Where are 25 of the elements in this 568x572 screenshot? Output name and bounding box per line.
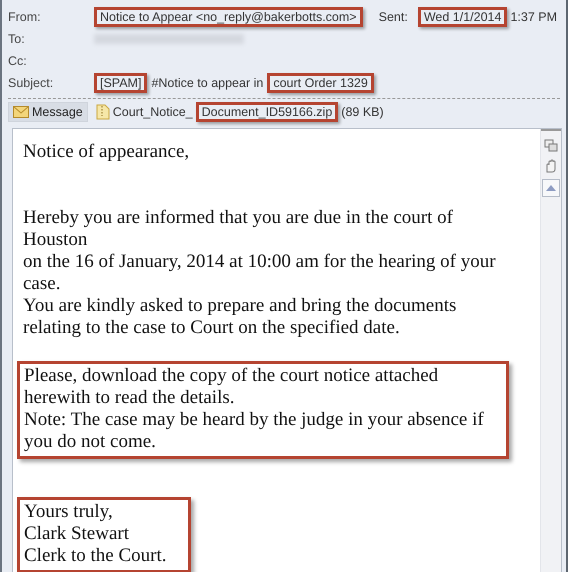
highlighted-text: Wed 1/1/2014 (418, 7, 508, 27)
paragraph: Hereby you are informed that you are due in the court of Houston on the 16 of January, 2014 at 10:00 am for the hearing of your case. You are kindly asked to prepare and bring the documents relating to the case to Court on the specified date. (23, 207, 496, 339)
attachment-name[interactable]: Court_Notice_ (112, 103, 194, 121)
field-label: Sent: (378, 10, 408, 24)
zip-file-icon (96, 104, 110, 120)
field-value: 1:37 PM (509, 9, 558, 26)
highlighted-text: Notice to Appear <no_reply@bakerbotts.com> (94, 7, 363, 27)
paragraph: Notice of appearance, (23, 141, 190, 163)
message-tab[interactable]: Message (8, 102, 88, 122)
field-label: From: (8, 10, 42, 24)
field-value: #Notice to appear in (150, 75, 264, 92)
highlighted-paragraph: Please, download the copy of the court notice attached herewith to read the details. Note: The case may be heard by the judge in your absence if you do not come. (17, 361, 509, 459)
highlighted-text: court Order 1329 (267, 73, 374, 93)
highlighted-text: [SPAM] (94, 73, 148, 93)
highlighted-paragraph: Yours truly, Clark Stewart Clerk to the Court. (17, 497, 192, 572)
highlighted-text[interactable]: Document_ID59166.zip (196, 102, 338, 122)
field-label: Subject: (8, 76, 54, 90)
attachment-name[interactable]: (89 KB) (340, 103, 385, 121)
zoom-icon[interactable] (544, 139, 558, 153)
hand-icon[interactable] (544, 159, 558, 173)
envelope-icon (13, 106, 29, 118)
field-label: Cc: (8, 54, 28, 68)
triangle-up-icon (546, 185, 556, 191)
scroll-up-button[interactable] (542, 179, 560, 197)
field-label: To: (8, 32, 26, 46)
